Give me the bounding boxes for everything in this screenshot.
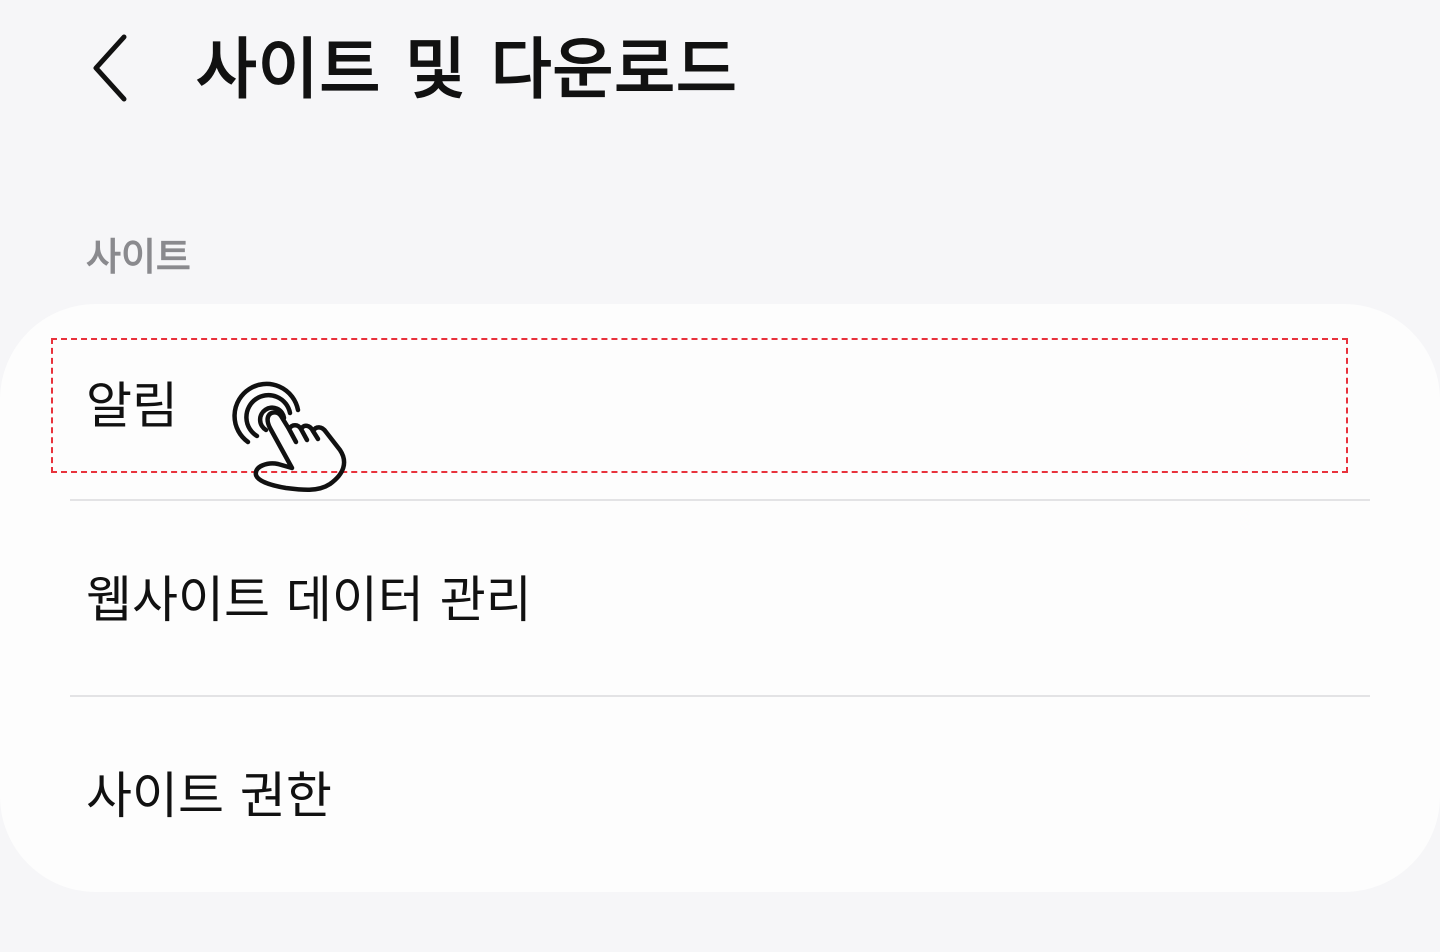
list-item-label: 사이트 권한 [86, 767, 332, 825]
list-item-website-data[interactable]: 웹사이트 데이터 관리 [0, 501, 1440, 697]
list-item-label: 알림 [86, 377, 178, 435]
section-header-sites: 사이트 [86, 235, 191, 279]
settings-card: 알림 웹사이트 데이터 관리 사이트 권한 [0, 304, 1440, 892]
list-item-site-permissions[interactable]: 사이트 권한 [0, 697, 1440, 893]
list-item-notifications[interactable]: 알림 [0, 304, 1440, 500]
chevron-left-icon [93, 34, 127, 102]
page-title: 사이트 및 다운로드 [196, 31, 738, 108]
list-item-label: 웹사이트 데이터 관리 [86, 571, 532, 629]
app-header: 사이트 및 다운로드 [0, 0, 1440, 140]
back-button[interactable] [78, 28, 142, 108]
settings-screen: 사이트 및 다운로드 사이트 알림 웹사이트 데이터 관리 사이트 권한 [0, 0, 1440, 952]
